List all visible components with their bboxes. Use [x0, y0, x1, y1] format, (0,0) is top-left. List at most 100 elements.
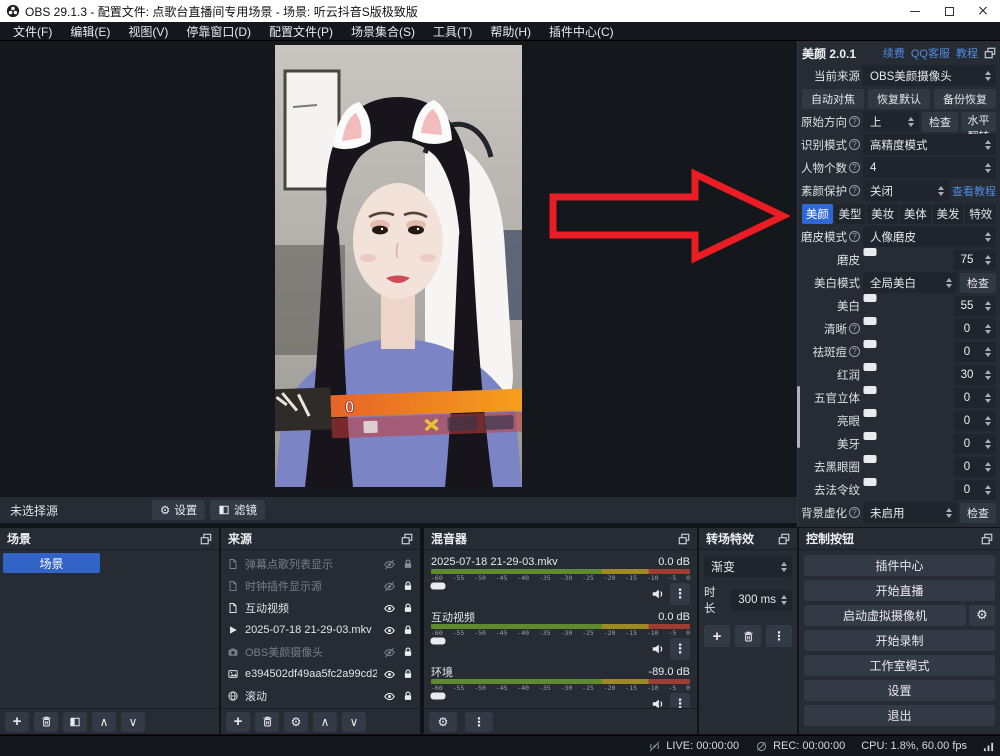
- popout-icon[interactable]: [981, 533, 993, 545]
- eye-icon[interactable]: [383, 690, 396, 703]
- beauty-slider[interactable]: [863, 459, 951, 475]
- help-icon[interactable]: ?: [849, 116, 860, 127]
- control-button[interactable]: 设置: [804, 680, 995, 701]
- control-button[interactable]: 开始直播: [804, 580, 995, 601]
- value-spinner[interactable]: 0: [954, 434, 996, 454]
- menu-item[interactable]: 停靠窗口(D): [177, 23, 260, 40]
- add-source-button[interactable]: +: [226, 712, 250, 732]
- lock-icon[interactable]: [402, 624, 414, 636]
- value-spinner[interactable]: 30: [954, 365, 996, 385]
- lock-icon[interactable]: [402, 558, 414, 570]
- beauty-slider[interactable]: [863, 252, 951, 268]
- eye-off-icon[interactable]: [383, 558, 396, 571]
- source-settings-button[interactable]: ⚙ 设置: [152, 500, 205, 520]
- menu-item[interactable]: 场景集合(S): [342, 23, 424, 40]
- protect-dropdown[interactable]: 关闭: [863, 180, 949, 201]
- beauty-action-button[interactable]: 恢复默认: [868, 89, 930, 109]
- control-button[interactable]: 退出: [804, 705, 995, 726]
- lock-icon[interactable]: [402, 668, 414, 680]
- value-spinner[interactable]: 0: [954, 480, 996, 500]
- lock-icon[interactable]: [402, 580, 414, 592]
- menu-item[interactable]: 配置文件(P): [260, 23, 342, 40]
- control-button[interactable]: 插件中心: [804, 555, 995, 576]
- source-down-button[interactable]: ∨: [342, 712, 366, 732]
- add-transition-button[interactable]: +: [704, 625, 730, 647]
- beauty-action-button[interactable]: 自动对焦: [802, 89, 864, 109]
- channel-menu-button[interactable]: ⋮: [670, 693, 690, 708]
- source-row[interactable]: 弹幕点歌列表显示: [221, 553, 420, 575]
- value-spinner[interactable]: 75: [954, 250, 996, 270]
- plugin-header-link[interactable]: 教程: [956, 45, 978, 61]
- channel-menu-button[interactable]: ⋮: [670, 638, 690, 660]
- lock-icon[interactable]: [402, 690, 414, 702]
- popout-icon[interactable]: [984, 47, 996, 59]
- volume-slider[interactable]: [431, 586, 646, 602]
- source-up-button[interactable]: ∧: [313, 712, 337, 732]
- popout-icon[interactable]: [678, 533, 690, 545]
- speaker-icon[interactable]: [651, 697, 665, 708]
- beauty-slider[interactable]: [863, 298, 951, 314]
- flip-horizontal-button[interactable]: 水平翻转: [961, 112, 996, 132]
- help-icon[interactable]: ?: [849, 231, 860, 242]
- plugin-header-link[interactable]: QQ客服: [911, 45, 950, 61]
- lock-icon[interactable]: [402, 646, 414, 658]
- scene-filters-button[interactable]: [63, 712, 87, 732]
- help-icon[interactable]: ?: [849, 139, 860, 150]
- beauty-slider[interactable]: [863, 344, 951, 360]
- control-button[interactable]: 启动虚拟摄像机: [804, 605, 966, 626]
- remove-source-button[interactable]: [255, 712, 279, 732]
- check-button[interactable]: 检查: [960, 273, 996, 293]
- plugin-header-link[interactable]: 续费: [883, 45, 905, 61]
- source-row[interactable]: 互动视频: [221, 597, 420, 619]
- control-button[interactable]: 开始录制: [804, 630, 995, 651]
- source-row[interactable]: 滚动: [221, 685, 420, 707]
- scene-item[interactable]: 场景: [3, 553, 100, 573]
- control-button[interactable]: 工作室模式: [804, 655, 995, 676]
- check-button[interactable]: 检查: [960, 503, 996, 523]
- transition-dropdown[interactable]: 渐变: [704, 556, 792, 577]
- speaker-icon[interactable]: [651, 587, 665, 601]
- mode-dropdown[interactable]: 人像磨皮: [863, 226, 996, 247]
- source-row[interactable]: e394502df49aa5fc2a99cd2e7c: [221, 663, 420, 685]
- source-row[interactable]: OBS美颜摄像头: [221, 641, 420, 663]
- popout-icon[interactable]: [401, 533, 413, 545]
- beauty-slider[interactable]: [863, 413, 951, 429]
- menu-item[interactable]: 编辑(E): [61, 23, 119, 40]
- lock-icon[interactable]: [402, 602, 414, 614]
- value-spinner[interactable]: 0: [954, 319, 996, 339]
- menu-item[interactable]: 帮助(H): [481, 23, 540, 40]
- help-icon[interactable]: ?: [849, 323, 860, 334]
- menu-item[interactable]: 插件中心(C): [540, 23, 623, 40]
- volume-slider[interactable]: [431, 641, 646, 657]
- maximize-button[interactable]: [932, 0, 966, 22]
- source-row[interactable]: 时钟插件显示源: [221, 575, 420, 597]
- source-row[interactable]: 2025-07-18 21-29-03.mkv: [221, 619, 420, 641]
- beauty-tab[interactable]: 美发: [933, 204, 964, 224]
- duration-spinner[interactable]: 300 ms: [731, 590, 792, 611]
- menu-item[interactable]: 工具(T): [424, 23, 481, 40]
- current-source-dropdown[interactable]: OBS美颜摄像头: [863, 65, 996, 86]
- value-spinner[interactable]: 55: [954, 296, 996, 316]
- beauty-slider[interactable]: [863, 321, 951, 337]
- volume-slider[interactable]: [431, 696, 646, 708]
- beauty-scrollbar[interactable]: [797, 386, 800, 448]
- beauty-slider[interactable]: [863, 436, 951, 452]
- eye-icon[interactable]: [383, 668, 396, 681]
- preview-canvas[interactable]: 0: [0, 41, 797, 497]
- minimize-button[interactable]: [898, 0, 932, 22]
- beauty-slider[interactable]: [863, 482, 951, 498]
- source-filters-button[interactable]: 滤镜: [210, 500, 265, 520]
- help-icon[interactable]: ?: [849, 162, 860, 173]
- popout-icon[interactable]: [200, 533, 212, 545]
- beauty-tab[interactable]: 美妆: [867, 204, 898, 224]
- beauty-slider[interactable]: [863, 390, 951, 406]
- eye-icon[interactable]: [383, 602, 396, 615]
- recognition-dropdown[interactable]: 高精度模式: [863, 134, 996, 155]
- close-button[interactable]: ×: [966, 0, 1000, 22]
- mixer-menu-button[interactable]: ⋮: [465, 712, 493, 732]
- beauty-tab[interactable]: 美体: [900, 204, 931, 224]
- remove-scene-button[interactable]: [34, 712, 58, 732]
- orientation-dropdown[interactable]: 上: [863, 111, 919, 132]
- beauty-tab[interactable]: 特效: [965, 204, 996, 224]
- beauty-tab[interactable]: 美型: [835, 204, 866, 224]
